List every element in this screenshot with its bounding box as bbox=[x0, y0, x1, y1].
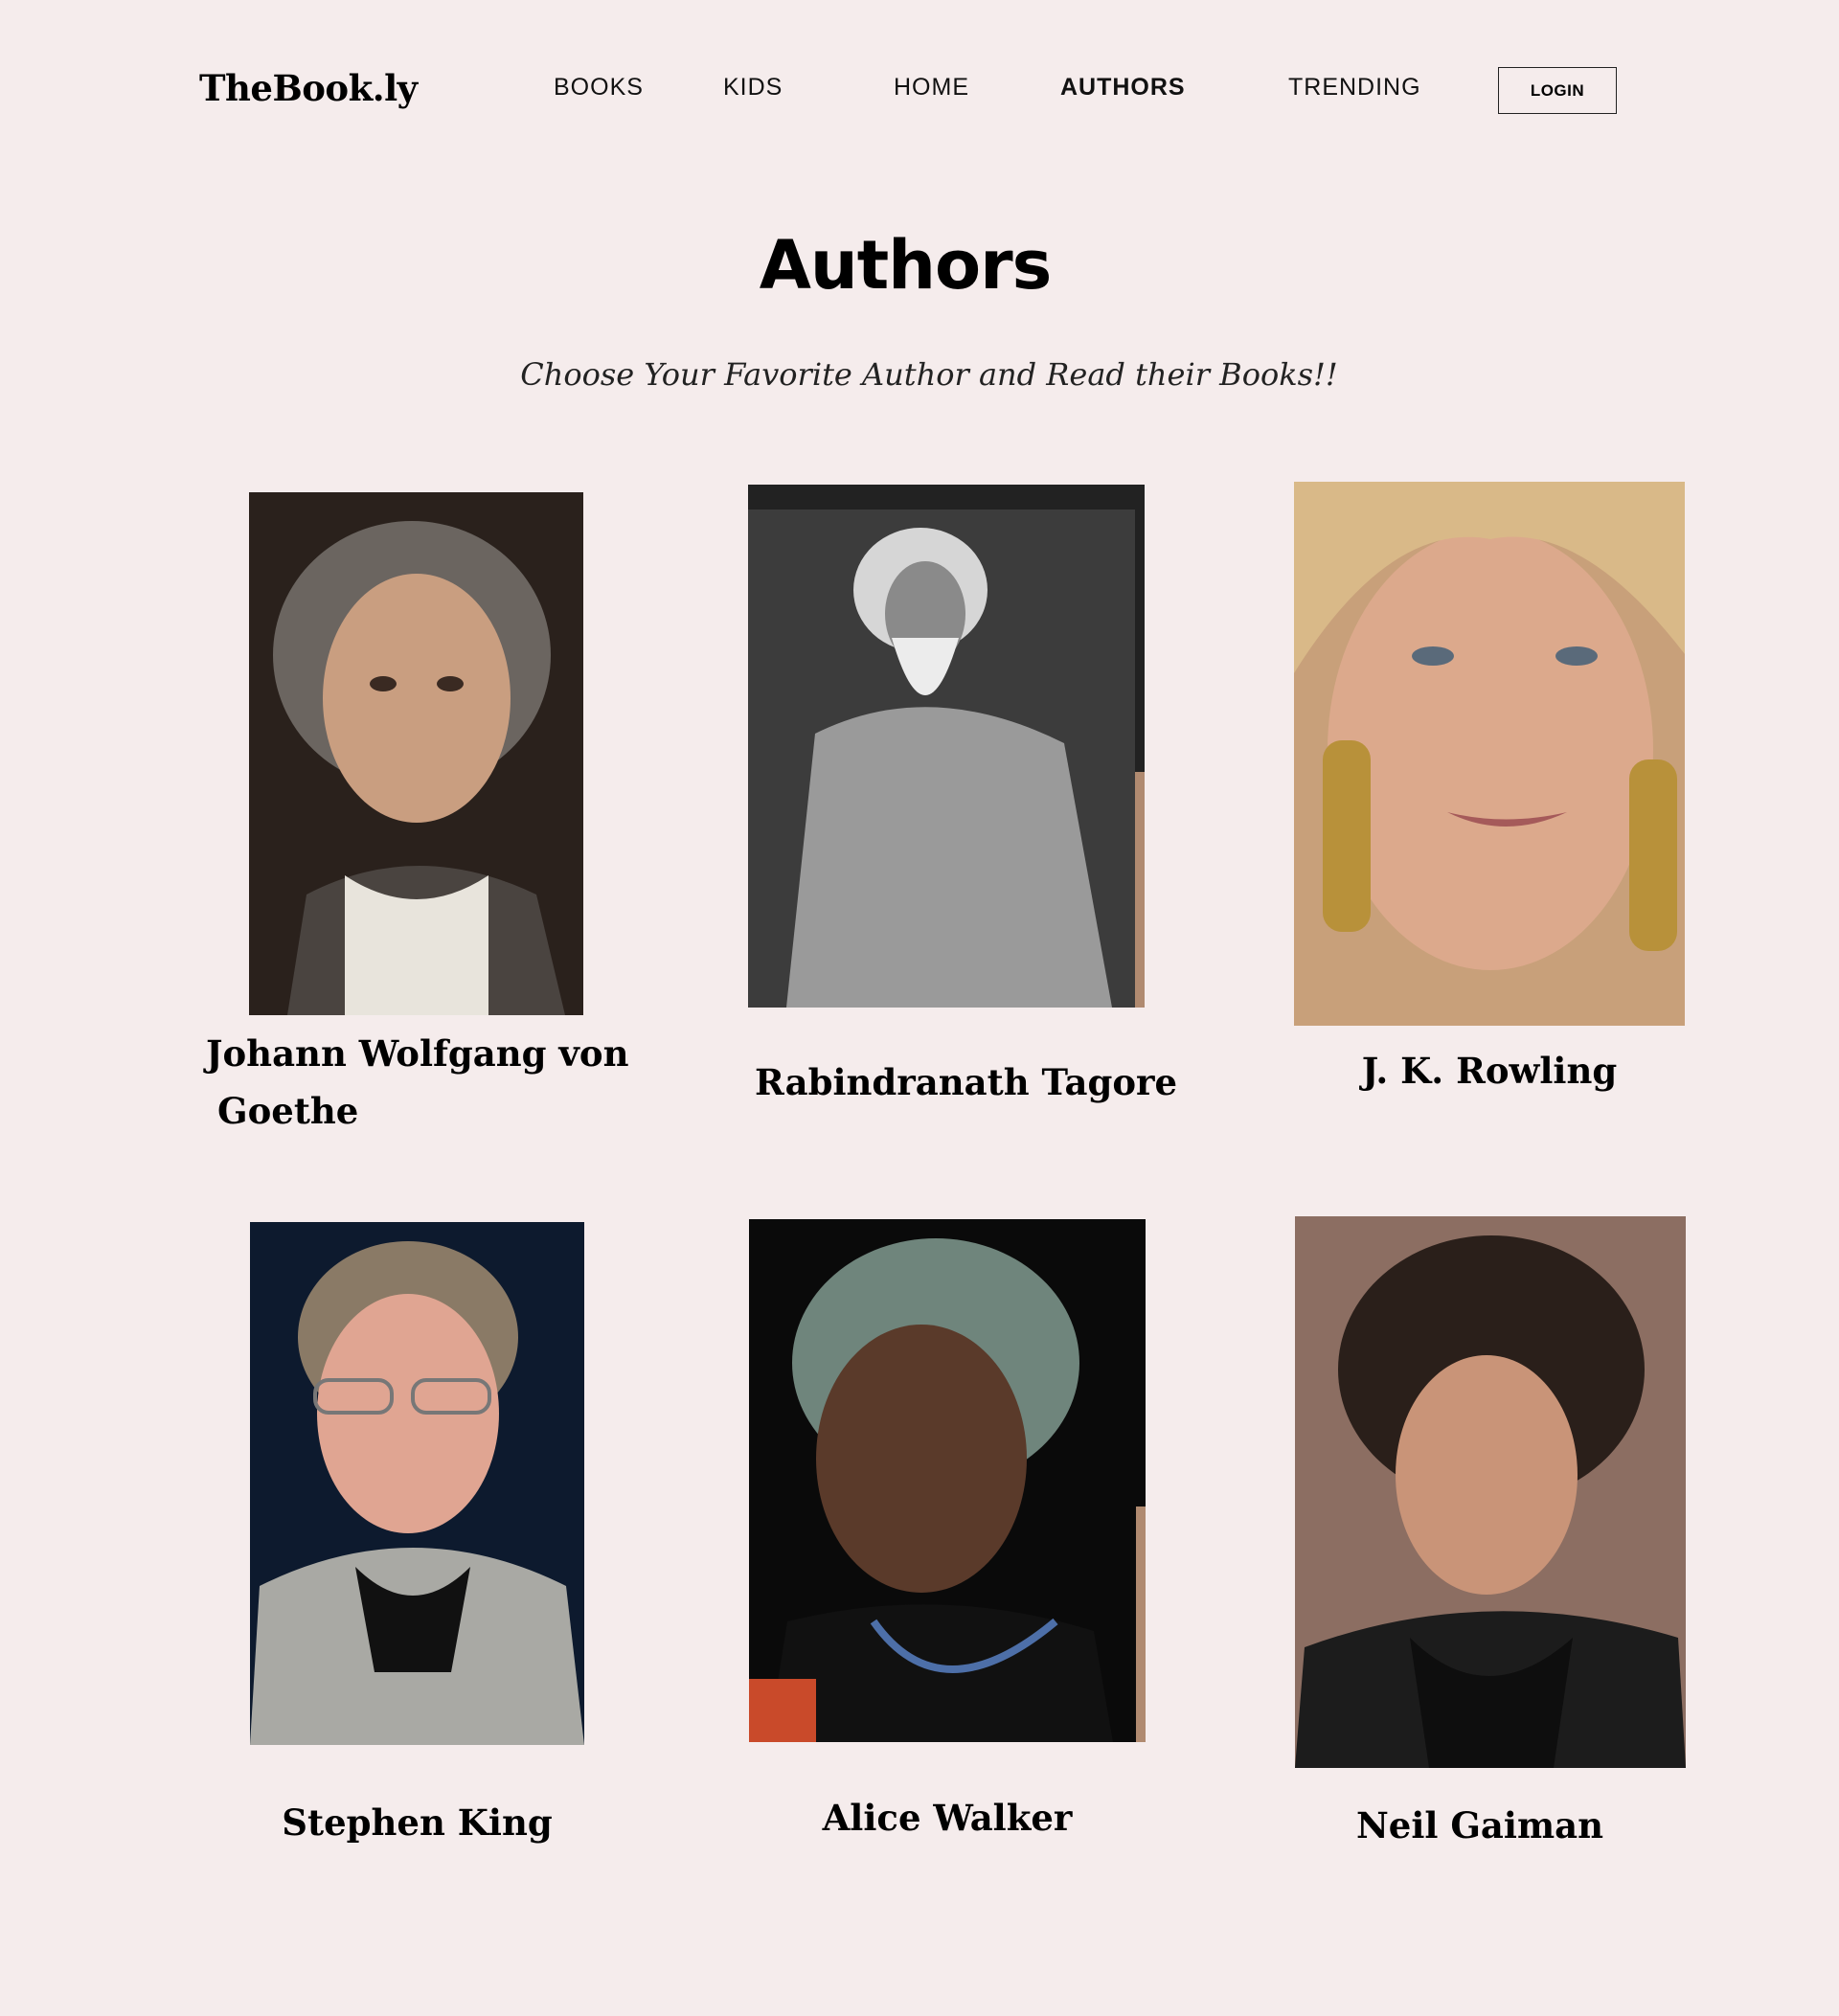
walker-portrait[interactable] bbox=[749, 1219, 1146, 1742]
author-name-gaiman[interactable]: Neil Gaiman bbox=[1279, 1797, 1681, 1854]
author-name-king[interactable]: Stephen King bbox=[250, 1794, 584, 1851]
nav-kids[interactable]: KIDS bbox=[723, 74, 783, 102]
nav-trending[interactable]: TRENDING bbox=[1288, 74, 1421, 102]
king-portrait[interactable] bbox=[250, 1222, 584, 1745]
nav-books[interactable]: BOOKS bbox=[554, 74, 644, 102]
author-name-line-2: Goethe bbox=[217, 1090, 359, 1132]
tagore-portrait[interactable] bbox=[748, 485, 1145, 1008]
page-subtitle: Choose Your Favorite Author and Read the… bbox=[520, 356, 1338, 393]
rowling-portrait[interactable] bbox=[1294, 482, 1685, 1026]
author-name-walker[interactable]: Alice Walker bbox=[749, 1789, 1146, 1846]
author-name-line-1: Johann Wolfgang von bbox=[206, 1032, 629, 1075]
site-logo[interactable]: TheBook.ly bbox=[199, 67, 418, 109]
page-title: Authors bbox=[759, 226, 1053, 305]
goethe-portrait[interactable] bbox=[249, 492, 583, 1015]
gaiman-portrait[interactable] bbox=[1295, 1216, 1686, 1768]
author-name-rowling[interactable]: J. K. Rowling bbox=[1294, 1042, 1685, 1099]
author-name-goethe[interactable]: Johann Wolfgang von Goethe bbox=[206, 1025, 629, 1140]
login-button[interactable]: LOGIN bbox=[1498, 67, 1617, 114]
author-name-tagore[interactable]: Rabindranath Tagore bbox=[755, 1053, 1177, 1111]
nav-home[interactable]: HOME bbox=[894, 74, 969, 102]
nav-authors[interactable]: AUTHORS bbox=[1060, 74, 1186, 102]
